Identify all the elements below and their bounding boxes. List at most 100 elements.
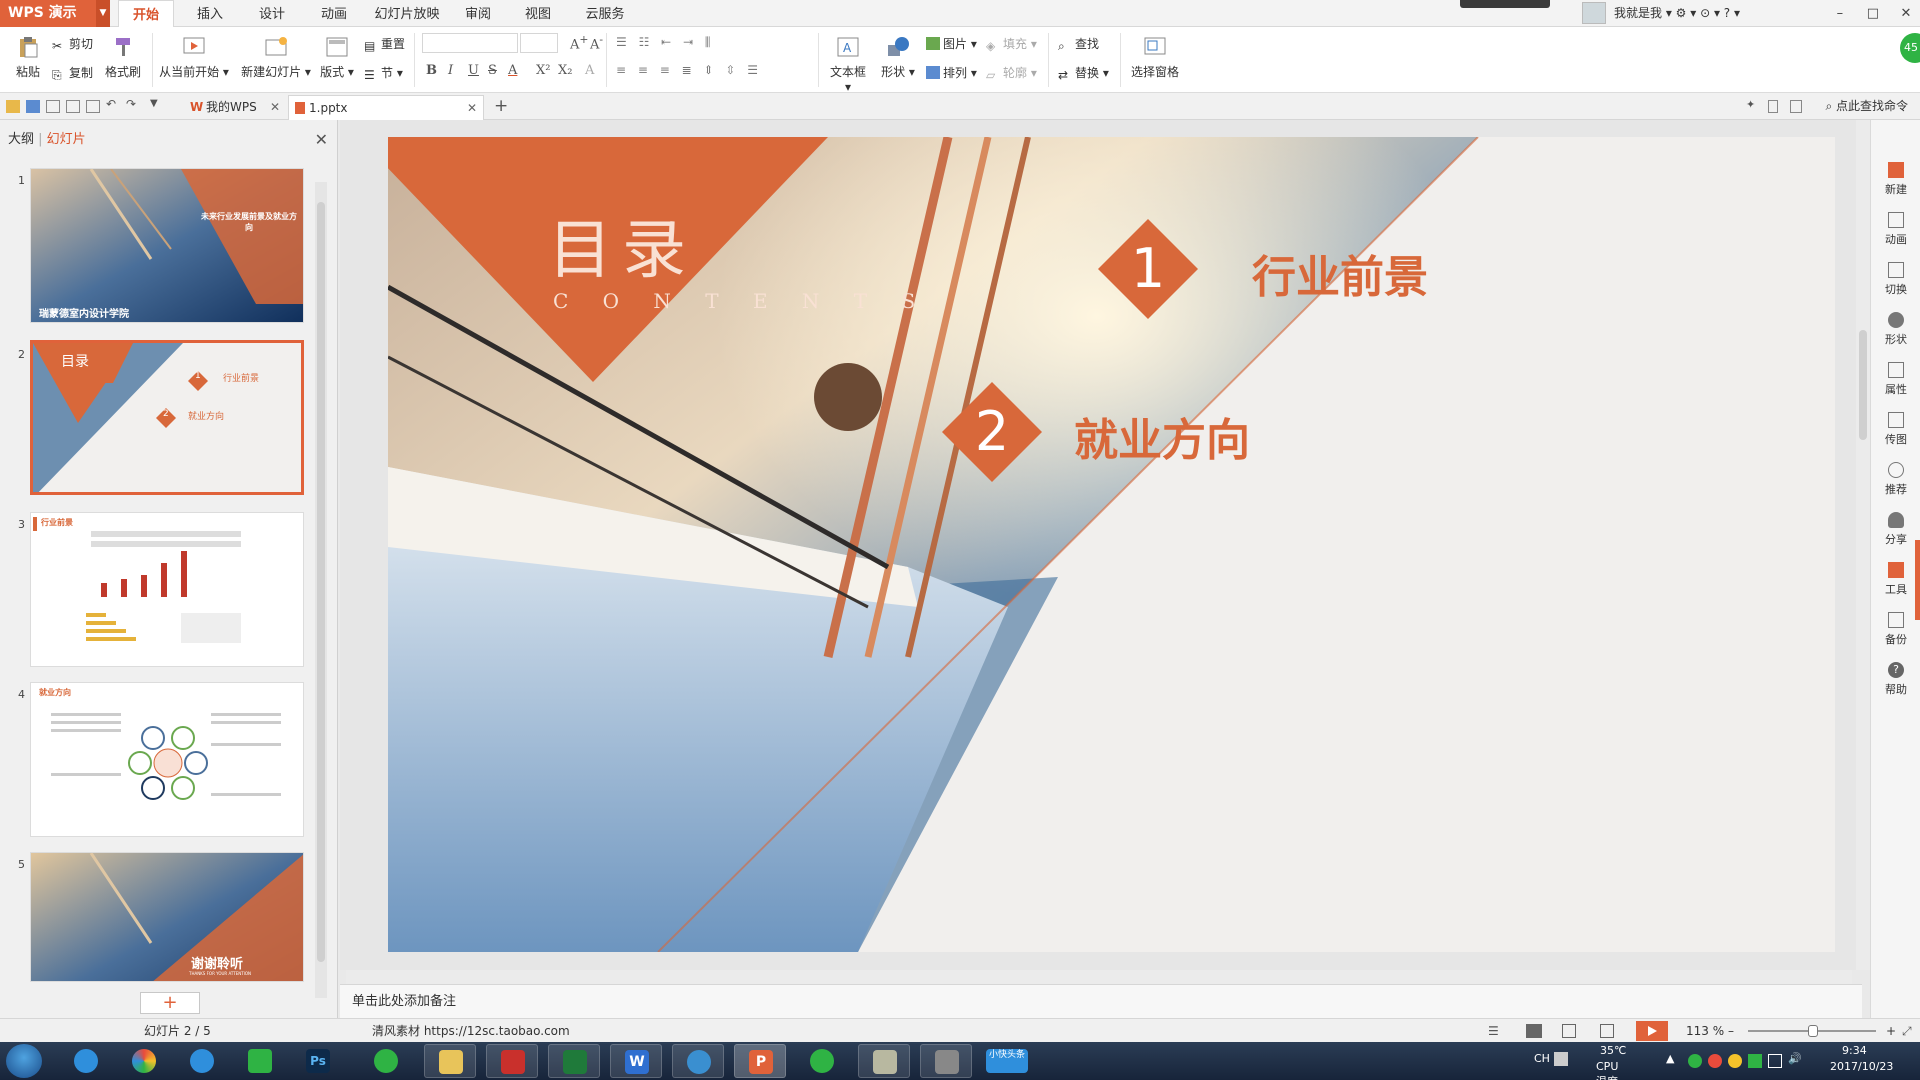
taskbar-ie[interactable] <box>60 1044 112 1078</box>
close-button[interactable]: ✕ <box>1892 0 1920 27</box>
add-slide-button[interactable]: + <box>140 992 200 1014</box>
slide-thumbnail-3[interactable]: 行业前景 <box>30 512 304 667</box>
taskbar-recycle[interactable] <box>234 1044 286 1078</box>
tab-slides[interactable]: 幻灯片 <box>47 132 86 147</box>
ime-icon[interactable] <box>1554 1052 1568 1066</box>
zoom-out-button[interactable]: – <box>1728 1019 1734 1043</box>
tray-icon[interactable] <box>1728 1054 1742 1068</box>
tray-icon[interactable] <box>1708 1054 1722 1068</box>
tab-animation[interactable]: 动画 <box>312 0 356 27</box>
picture-button[interactable]: 图片 ▾ <box>926 35 977 52</box>
slide-thumbnail-4[interactable]: 就业方向 <box>30 682 304 837</box>
close-tab-icon[interactable]: ✕ <box>270 95 280 120</box>
fill-button[interactable]: ◈ 填充 ▾ <box>986 35 1037 53</box>
subscript-button[interactable]: X₂ <box>558 63 572 78</box>
taskbar-xiaokuai[interactable]: 小快头条 <box>982 1044 1034 1078</box>
bold-button[interactable]: B <box>426 63 437 78</box>
preview-icon[interactable] <box>86 100 100 113</box>
new-slide-button[interactable]: 新建幻灯片 ▾ <box>238 35 314 80</box>
tab-slideshow[interactable]: 幻灯片放映 <box>372 0 442 27</box>
scroll-thumb[interactable] <box>1859 330 1867 440</box>
start-button[interactable] <box>6 1044 42 1078</box>
update-badge[interactable]: 45 <box>1900 33 1920 63</box>
outline-button[interactable]: ▱ 轮廓 ▾ <box>986 64 1037 82</box>
tools-tool[interactable]: 工具 <box>1871 562 1920 597</box>
close-tab-icon[interactable]: ✕ <box>467 96 477 121</box>
reset-button[interactable]: ▤ 重置 <box>364 35 405 53</box>
share-tool[interactable]: 分享 <box>1871 512 1920 547</box>
animation-tool[interactable]: 动画 <box>1871 212 1920 247</box>
tab-document[interactable]: 1.pptx ✕ <box>288 95 484 120</box>
recommend-tool[interactable]: 推荐 <box>1871 462 1920 497</box>
taskbar-green-app[interactable] <box>796 1044 848 1078</box>
find-command-search[interactable]: ⌕ 点此查找命令 <box>1825 93 1908 120</box>
properties-tool[interactable]: 属性 <box>1871 362 1920 397</box>
taskbar-photoshop[interactable]: Ps <box>292 1044 344 1078</box>
layout-button[interactable]: 版式 ▾ <box>318 35 356 80</box>
taskbar-app-a[interactable] <box>858 1044 910 1078</box>
scroll-thumb[interactable] <box>317 202 325 962</box>
wps-logo-menu[interactable]: WPS 演示 ▼ <box>0 0 110 27</box>
font-family-select[interactable] <box>422 33 518 53</box>
section-button[interactable]: ☰ 节 ▾ <box>364 64 403 82</box>
help-tool[interactable]: ? 帮助 <box>1871 662 1920 697</box>
clock-time[interactable]: 9:34 <box>1842 1044 1867 1057</box>
fit-window-icon[interactable]: ⤢ <box>1902 1019 1912 1043</box>
zoom-slider-handle[interactable] <box>1808 1025 1818 1037</box>
increase-font-icon[interactable]: A+ <box>570 33 588 52</box>
tray-arrow-icon[interactable]: ▲ <box>1666 1052 1674 1065</box>
tab-design[interactable]: 设计 <box>250 0 294 27</box>
strikethrough-button[interactable]: S <box>488 63 497 78</box>
taskbar-globe[interactable] <box>672 1044 724 1078</box>
doc-icon[interactable] <box>1768 100 1778 113</box>
window-icon[interactable] <box>1790 100 1802 113</box>
new-tool[interactable]: 新建 <box>1871 162 1920 197</box>
taskbar-wps-writer[interactable]: W <box>610 1044 662 1078</box>
zoom-level[interactable]: 113 % <box>1686 1019 1724 1043</box>
shape-button[interactable]: 形状 ▾ <box>878 35 918 80</box>
volume-icon[interactable]: 🔊 <box>1788 1052 1802 1065</box>
selection-pane-button[interactable]: 选择窗格 <box>1126 35 1184 80</box>
tab-review[interactable]: 审阅 <box>458 0 498 27</box>
current-slide[interactable]: 目录 C O N T E N T S 1 行业前景 2 就业方向 <box>388 137 1835 952</box>
normal-view-icon[interactable] <box>1526 1024 1542 1038</box>
font-color-button[interactable]: A <box>508 63 517 78</box>
undo-icon[interactable]: ↶ <box>106 97 120 111</box>
clear-format-icon[interactable]: A <box>585 63 594 78</box>
cut-button[interactable]: ✂ 剪切 <box>52 35 93 53</box>
underline-button[interactable]: U <box>468 63 479 78</box>
replace-button[interactable]: ⇄ 替换 ▾ <box>1058 64 1109 82</box>
align-group-icon[interactable]: ≡ ≡ ≡ ≣ ⇕ ⇳ ☰ <box>616 63 762 77</box>
panel-edge-tab[interactable] <box>1915 540 1920 620</box>
notes-pane[interactable]: 单击此处添加备注 <box>340 984 1862 1018</box>
paste-button[interactable]: 粘贴 <box>8 35 48 80</box>
minimize-button[interactable]: – <box>1826 0 1854 27</box>
list-bullets-icon[interactable]: ☰ ☷ ⇤ ⇥ ⫼ <box>616 35 714 50</box>
canvas-vertical-scrollbar[interactable] <box>1856 120 1870 970</box>
canvas-horizontal-scrollbar[interactable] <box>346 970 1852 984</box>
backup-tool[interactable]: 备份 <box>1871 612 1920 647</box>
taskbar-wechat[interactable] <box>360 1044 412 1078</box>
slide-thumbnail-2[interactable]: 目录 1 行业前景 2 就业方向 <box>30 340 304 495</box>
format-painter-button[interactable]: 格式刷 <box>100 35 146 80</box>
textbox-button[interactable]: A 文本框 ▾ <box>826 35 870 94</box>
slideshow-play-button[interactable] <box>1636 1021 1668 1041</box>
taskbar-pdf[interactable] <box>486 1044 538 1078</box>
chevron-down-icon[interactable]: ▼ <box>96 0 110 27</box>
copy-button[interactable]: ⎘ 复制 <box>52 64 93 82</box>
superscript-button[interactable]: X² <box>536 63 550 78</box>
upload-image-tool[interactable]: 传图 <box>1871 412 1920 447</box>
transition-tool[interactable]: 切换 <box>1871 262 1920 297</box>
taskbar-360[interactable] <box>118 1044 170 1078</box>
pin-icon[interactable]: ✦ <box>1746 98 1760 111</box>
clock-date[interactable]: 2017/10/23 <box>1830 1060 1893 1073</box>
ime-indicator[interactable]: CH <box>1534 1052 1550 1065</box>
network-icon[interactable] <box>1768 1054 1782 1068</box>
close-icon[interactable]: ✕ <box>315 120 328 160</box>
export-icon[interactable] <box>46 100 60 113</box>
italic-button[interactable]: I <box>448 63 453 78</box>
slide-thumbnail-1[interactable]: 未来行业发展前景及就业方向 瑞蒙德室内设计学院 <box>30 168 304 323</box>
arrange-button[interactable]: 排列 ▾ <box>926 64 977 81</box>
taskbar-screen[interactable] <box>548 1044 600 1078</box>
avatar[interactable] <box>1582 2 1606 24</box>
